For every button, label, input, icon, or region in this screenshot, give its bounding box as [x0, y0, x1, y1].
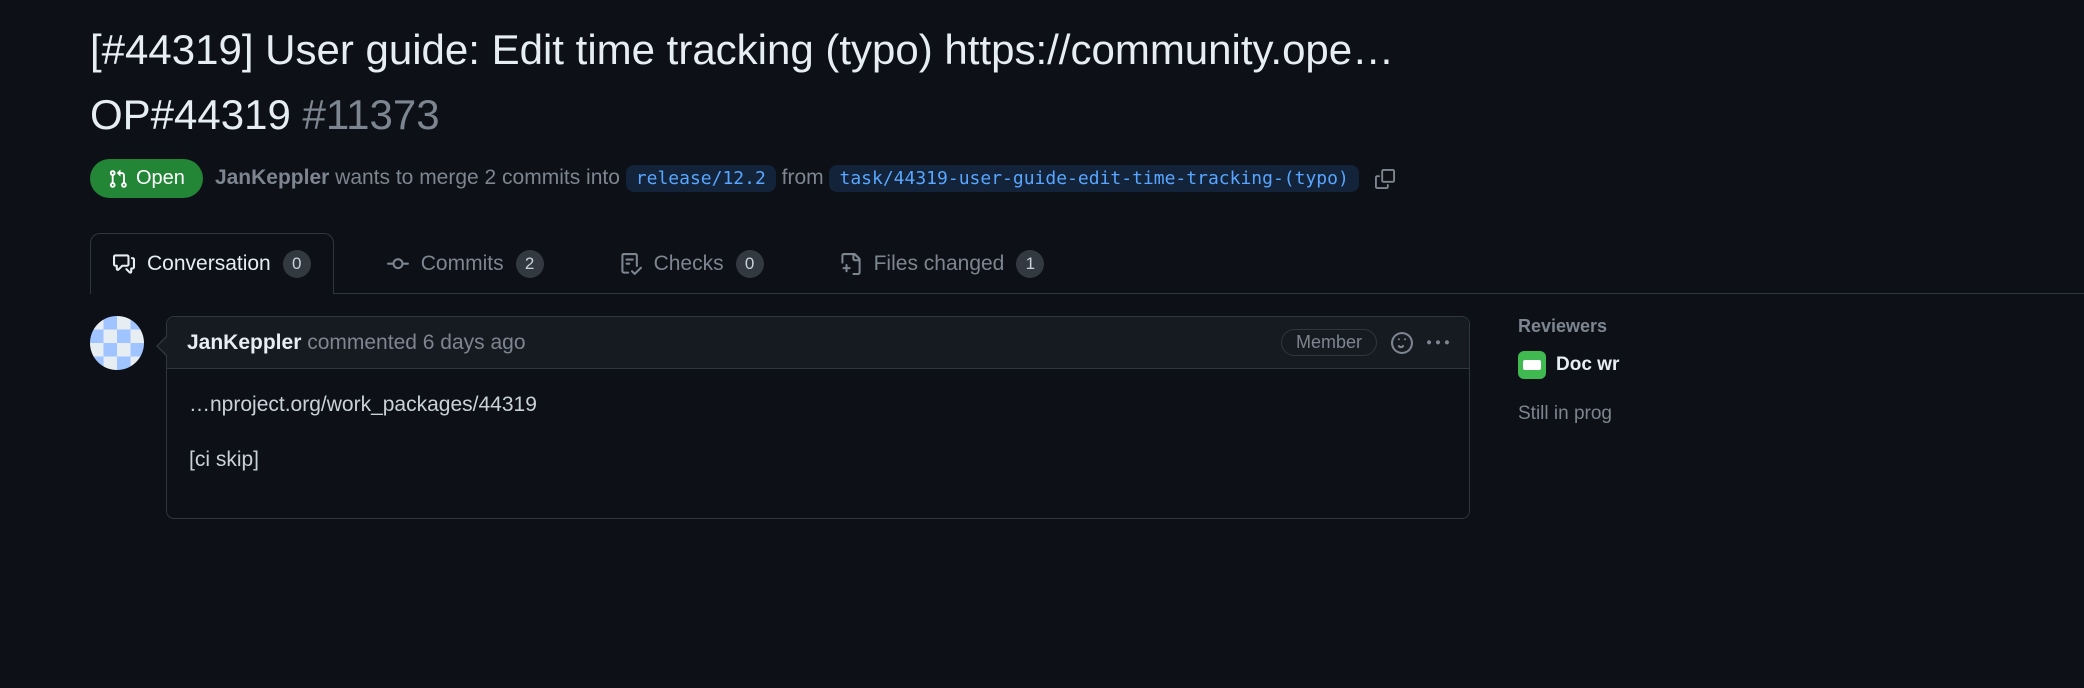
- tab-checks[interactable]: Checks 0: [597, 233, 787, 294]
- kebab-icon: [1427, 332, 1449, 354]
- state-label: Open: [136, 167, 185, 190]
- checklist-icon: [620, 253, 642, 275]
- pr-title-line2: OP#44319 #11373: [90, 89, 2084, 142]
- pr-number: #11373: [303, 91, 440, 138]
- copy-branch-button[interactable]: [1371, 165, 1399, 193]
- pr-subheader: Open JanKeppler wants to merge 2 commits…: [90, 159, 2084, 198]
- file-diff-icon: [840, 253, 862, 275]
- git-commit-icon: [387, 253, 409, 275]
- comment-timestamp[interactable]: 6 days ago: [423, 331, 526, 354]
- tab-counter: 2: [516, 250, 544, 278]
- base-branch[interactable]: release/12.2: [626, 165, 776, 192]
- comment-box: JanKeppler commented 6 days ago Member ……: [166, 316, 1470, 519]
- tab-label: Checks: [654, 252, 724, 276]
- tab-counter: 0: [736, 250, 764, 278]
- merge-summary: JanKeppler wants to merge 2 commits into…: [215, 165, 1359, 192]
- tab-commits[interactable]: Commits 2: [364, 233, 567, 294]
- comment-discussion-icon: [113, 253, 135, 275]
- git-pull-request-icon: [108, 169, 128, 189]
- sidebar-reviewers-heading[interactable]: Reviewers: [1518, 316, 2084, 337]
- copy-icon: [1375, 169, 1395, 189]
- comment-line: [ci skip]: [189, 444, 1447, 477]
- smiley-icon: [1391, 332, 1413, 354]
- author-role-badge: Member: [1281, 329, 1377, 356]
- team-avatar-icon: [1518, 351, 1546, 379]
- comment-author-avatar[interactable]: [90, 316, 144, 370]
- pr-ref: OP#44319: [90, 91, 291, 138]
- sidebar-status-text: Still in prog: [1518, 403, 2084, 425]
- comment-actions-menu[interactable]: [1427, 332, 1449, 354]
- tab-label: Files changed: [874, 252, 1005, 276]
- pr-author-link[interactable]: JanKeppler: [215, 166, 329, 189]
- add-reaction-button[interactable]: [1391, 332, 1413, 354]
- tab-label: Commits: [421, 252, 504, 276]
- tab-conversation[interactable]: Conversation 0: [90, 233, 334, 294]
- reviewer-name: Doc wr: [1556, 354, 1619, 376]
- head-branch[interactable]: task/44319-user-guide-edit-time-tracking…: [829, 165, 1358, 192]
- comment-line: …nproject.org/work_packages/44319: [189, 389, 1447, 422]
- reviewer-item[interactable]: Doc wr: [1518, 351, 2084, 379]
- sidebar: Reviewers Doc wr Still in prog: [1518, 316, 2084, 519]
- pr-tabnav: Conversation 0 Commits 2 Checks 0 Files …: [90, 232, 2084, 294]
- tab-files-changed[interactable]: Files changed 1: [817, 233, 1068, 294]
- comment-body: …nproject.org/work_packages/44319 [ci sk…: [167, 369, 1469, 518]
- pr-title-line1: [#44319] User guide: Edit time tracking …: [90, 24, 2050, 77]
- comment-author-link[interactable]: JanKeppler: [187, 331, 301, 354]
- tab-label: Conversation: [147, 252, 271, 276]
- comment-header: JanKeppler commented 6 days ago Member: [167, 317, 1469, 369]
- tab-counter: 1: [1016, 250, 1044, 278]
- tab-counter: 0: [283, 250, 311, 278]
- state-badge-open: Open: [90, 159, 203, 198]
